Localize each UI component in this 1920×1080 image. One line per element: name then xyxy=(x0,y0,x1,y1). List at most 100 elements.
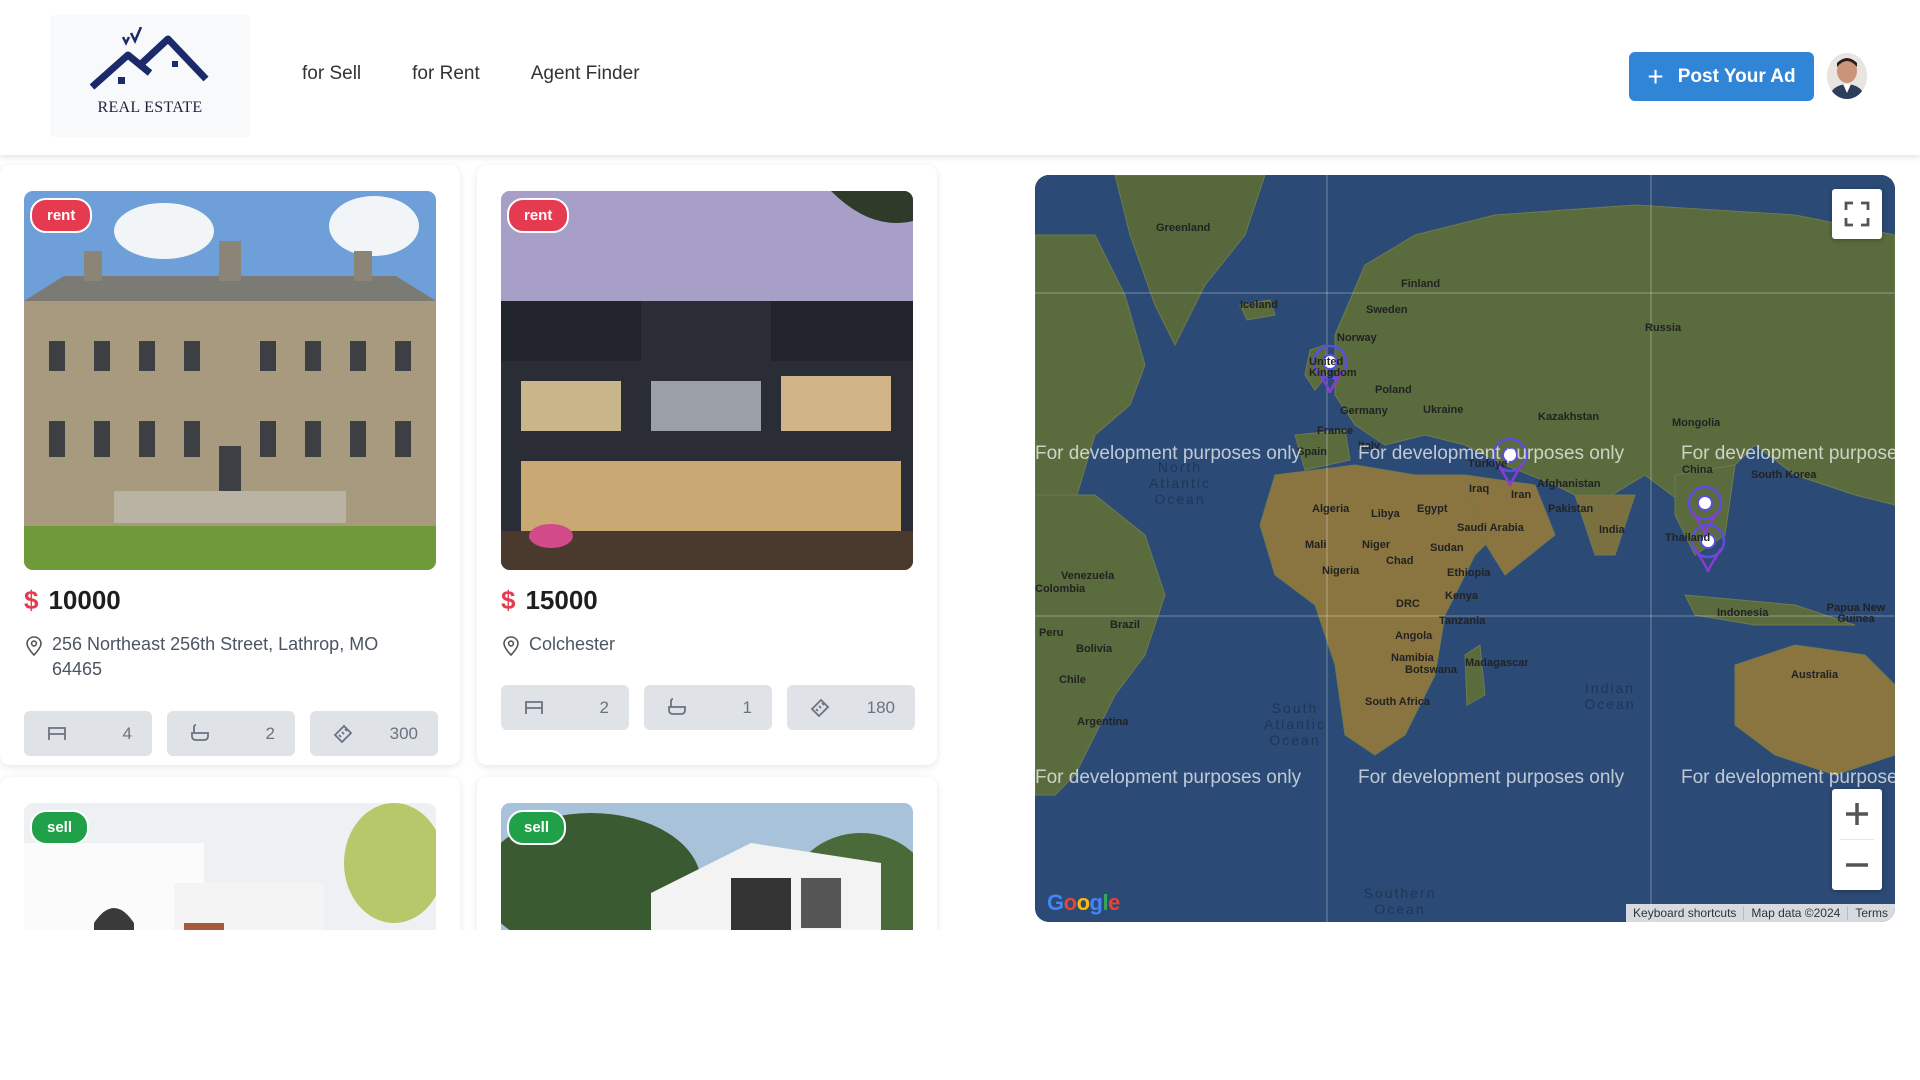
map-label: Botswana xyxy=(1405,664,1457,676)
map-label: Mali xyxy=(1305,539,1327,551)
currency-symbol: $ xyxy=(24,585,39,615)
bathrooms-count: 1 xyxy=(742,698,752,717)
listings-map[interactable]: Greenland Iceland Finland Sweden Norway … xyxy=(1035,175,1895,922)
property-image[interactable] xyxy=(24,191,436,570)
listing-type-badge: sell xyxy=(507,810,567,845)
price-value: 15000 xyxy=(525,585,598,615)
property-image[interactable] xyxy=(501,191,913,570)
map-label: Madagascar xyxy=(1465,657,1529,669)
ocean-label: South Atlantic Ocean xyxy=(1264,700,1326,748)
terms-link[interactable]: Terms xyxy=(1847,906,1895,920)
nav-for-rent[interactable]: for Rent xyxy=(412,63,480,85)
map-label: China xyxy=(1682,464,1713,476)
dev-watermark: For development purposes only xyxy=(1358,767,1625,788)
zoom-controls xyxy=(1832,789,1882,890)
listing-price: $15000 xyxy=(501,585,598,616)
map-footer: Keyboard shortcuts Map data ©2024 Terms xyxy=(1626,904,1895,922)
logo-text: REAL ESTATE xyxy=(97,99,203,116)
map-label: Norway xyxy=(1337,332,1377,344)
listing-card[interactable]: sell xyxy=(0,777,460,930)
map-label: United Kingdom xyxy=(1309,356,1357,379)
bedrooms-count: 2 xyxy=(599,698,609,717)
map-label: Ethiopia xyxy=(1447,567,1491,579)
map-label: Finland xyxy=(1401,278,1441,290)
main-nav: for Sell for Rent Agent Finder xyxy=(302,63,691,85)
ruler-icon xyxy=(810,698,830,717)
bathrooms-chip: 1 xyxy=(644,685,772,730)
price-value: 10000 xyxy=(48,585,121,615)
zoom-out-button[interactable] xyxy=(1832,840,1882,890)
listing-features: 2 1 180 xyxy=(501,685,915,730)
listing-card[interactable]: rent $10000 256 Northeast 256th Street, … xyxy=(0,165,460,765)
map-label: Iceland xyxy=(1240,299,1278,311)
map-label: Mongolia xyxy=(1672,417,1721,429)
currency-symbol: $ xyxy=(501,585,516,615)
mansion-photo xyxy=(24,191,436,570)
world-map-graphic xyxy=(1035,175,1895,922)
map-label: Algeria xyxy=(1312,503,1350,515)
bathtub-icon xyxy=(191,724,209,741)
bathtub-icon xyxy=(668,698,686,715)
map-label: Russia xyxy=(1645,322,1682,334)
map-label: Greenland xyxy=(1156,222,1211,234)
fullscreen-icon xyxy=(1844,201,1870,227)
nav-for-sell[interactable]: for Sell xyxy=(302,63,361,85)
post-ad-button[interactable]: + Post Your Ad xyxy=(1629,52,1814,101)
top-header: REAL ESTATE for Sell for Rent Agent Find… xyxy=(0,0,1920,155)
avatar[interactable] xyxy=(1827,53,1867,99)
map-label: Peru xyxy=(1039,627,1064,639)
nav-agent-finder[interactable]: Agent Finder xyxy=(531,63,640,85)
map-label: Iraq xyxy=(1469,483,1490,495)
map-label: Namibia xyxy=(1391,652,1434,664)
map-label: Kenya xyxy=(1445,590,1479,602)
map-label: Afghanistan xyxy=(1537,478,1601,490)
map-label: Niger xyxy=(1362,539,1391,551)
map-label: Ukraine xyxy=(1423,404,1464,416)
map-label: Angola xyxy=(1395,630,1433,642)
fullscreen-button[interactable] xyxy=(1832,189,1882,239)
map-label: Brazil xyxy=(1110,619,1140,631)
location-pin-icon xyxy=(503,636,519,657)
location-pin-icon xyxy=(26,636,42,657)
listing-address: 256 Northeast 256th Street, Lathrop, MO … xyxy=(52,634,379,679)
dev-watermark: For development purposes only xyxy=(1358,443,1625,464)
minus-icon xyxy=(1846,863,1868,867)
listing-card[interactable]: sell xyxy=(477,777,937,930)
ruler-icon xyxy=(333,724,353,743)
listing-features: 4 2 300 xyxy=(24,711,438,756)
listings-panel: rent $10000 256 Northeast 256th Street, … xyxy=(0,155,960,930)
listing-type-badge: sell xyxy=(30,810,90,845)
map-label: South Africa xyxy=(1365,696,1430,708)
map-label: Sudan xyxy=(1430,542,1464,554)
modern-house-photo xyxy=(501,191,913,570)
user-avatar-icon xyxy=(1827,53,1867,99)
map-label: India xyxy=(1599,524,1625,536)
map-label: Saudi Arabia xyxy=(1457,522,1524,534)
area-value: 180 xyxy=(866,698,895,717)
area-chip: 180 xyxy=(787,685,915,730)
zoom-in-button[interactable] xyxy=(1832,789,1882,839)
map-label: Nigeria xyxy=(1322,565,1360,577)
listing-type-badge: rent xyxy=(507,198,570,233)
map-label: South Korea xyxy=(1751,469,1817,481)
bedrooms-chip: 2 xyxy=(501,685,629,730)
post-ad-label: Post Your Ad xyxy=(1677,65,1796,87)
ocean-label: Southern Ocean xyxy=(1363,885,1437,917)
map-label: Colombia xyxy=(1035,583,1086,595)
plus-icon: + xyxy=(1647,60,1664,92)
map-label: Sweden xyxy=(1366,304,1408,316)
listing-card[interactable]: rent $15000 Colchester 2 1 180 xyxy=(477,165,937,765)
site-logo[interactable]: REAL ESTATE xyxy=(50,15,250,137)
bed-icon xyxy=(525,701,543,714)
map-label: Venezuela xyxy=(1061,570,1115,582)
map-label: Egypt xyxy=(1417,503,1448,515)
dev-watermark: For development purposes only xyxy=(1681,767,1895,788)
map-label: Germany xyxy=(1340,405,1388,417)
map-data-label: Map data ©2024 xyxy=(1743,906,1847,920)
bed-icon xyxy=(48,727,66,740)
map-label: Poland xyxy=(1375,384,1412,396)
google-logo[interactable]: Google xyxy=(1047,890,1120,916)
keyboard-shortcuts-link[interactable]: Keyboard shortcuts xyxy=(1626,906,1743,920)
map-label: Tanzania xyxy=(1439,615,1486,627)
bathrooms-count: 2 xyxy=(265,724,275,743)
